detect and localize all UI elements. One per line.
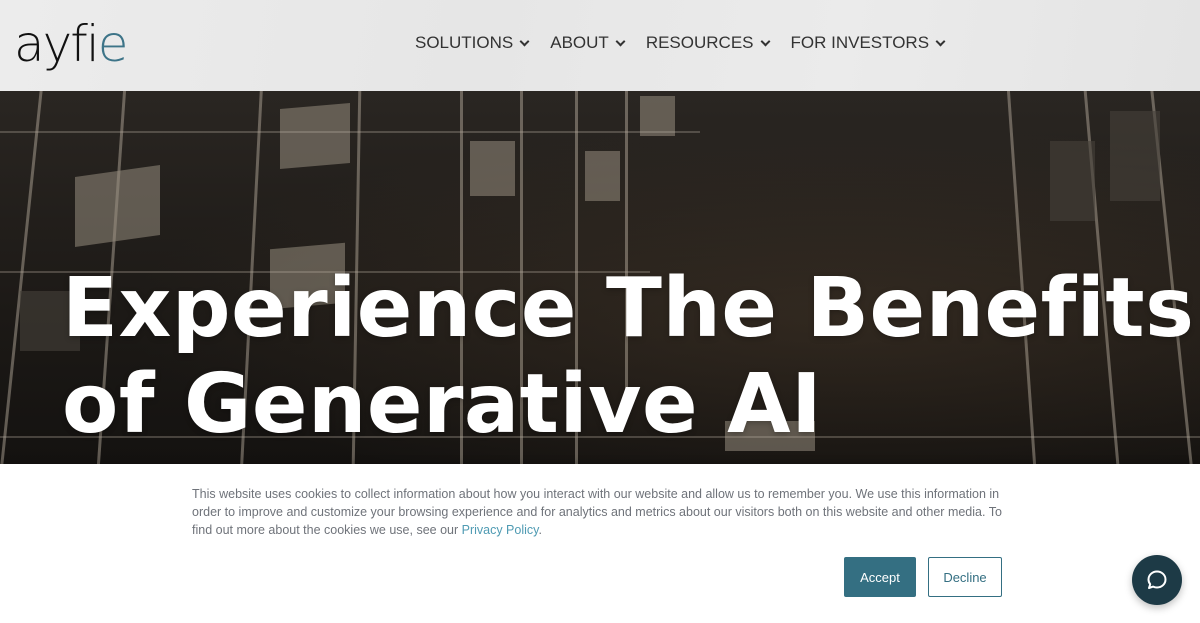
nav-for-investors-label: FOR INVESTORS (790, 33, 930, 52)
accept-button[interactable]: Accept (844, 557, 916, 597)
chevron-down-icon (615, 36, 626, 46)
cookie-message: This website uses cookies to collect inf… (192, 485, 1012, 539)
decline-button[interactable]: Decline (928, 557, 1002, 597)
ayfie-logo[interactable]: ayfie (14, 14, 129, 74)
site-header: ayfie SOLUTIONS ABOUT RESOURCES FOR INVE… (0, 0, 1200, 91)
cookie-banner: This website uses cookies to collect inf… (0, 464, 1200, 623)
logo-text: ayfi (14, 15, 100, 73)
nav-solutions[interactable]: SOLUTIONS (415, 31, 530, 55)
chevron-down-icon (760, 36, 770, 46)
hero-title: Experience The Benefits of Generative AI (62, 261, 1194, 453)
privacy-policy-link[interactable]: Privacy Policy (462, 523, 539, 537)
nav-resources-label: RESOURCES (645, 33, 754, 52)
hero-section: Experience The Benefits of Generative AI (0, 91, 1200, 464)
chat-widget-button[interactable] (1132, 555, 1182, 605)
main-nav: SOLUTIONS ABOUT RESOURCES FOR INVESTORS (415, 31, 966, 55)
chat-bubble-icon (1147, 570, 1167, 589)
logo-accent-letter: e (97, 15, 129, 73)
chevron-down-icon (935, 36, 946, 46)
hero-title-line-2: of Generative AI (62, 357, 823, 452)
nav-about-label: ABOUT (550, 33, 609, 52)
nav-about[interactable]: ABOUT (550, 31, 626, 55)
nav-resources[interactable]: RESOURCES (645, 31, 770, 55)
cookie-text: This website uses cookies to collect inf… (192, 487, 1002, 537)
chevron-down-icon (519, 36, 530, 46)
cookie-text-end: . (538, 523, 542, 537)
nav-for-investors[interactable]: FOR INVESTORS (790, 31, 946, 55)
nav-solutions-label: SOLUTIONS (415, 33, 514, 52)
hero-title-line-1: Experience The Benefits (62, 261, 1195, 356)
